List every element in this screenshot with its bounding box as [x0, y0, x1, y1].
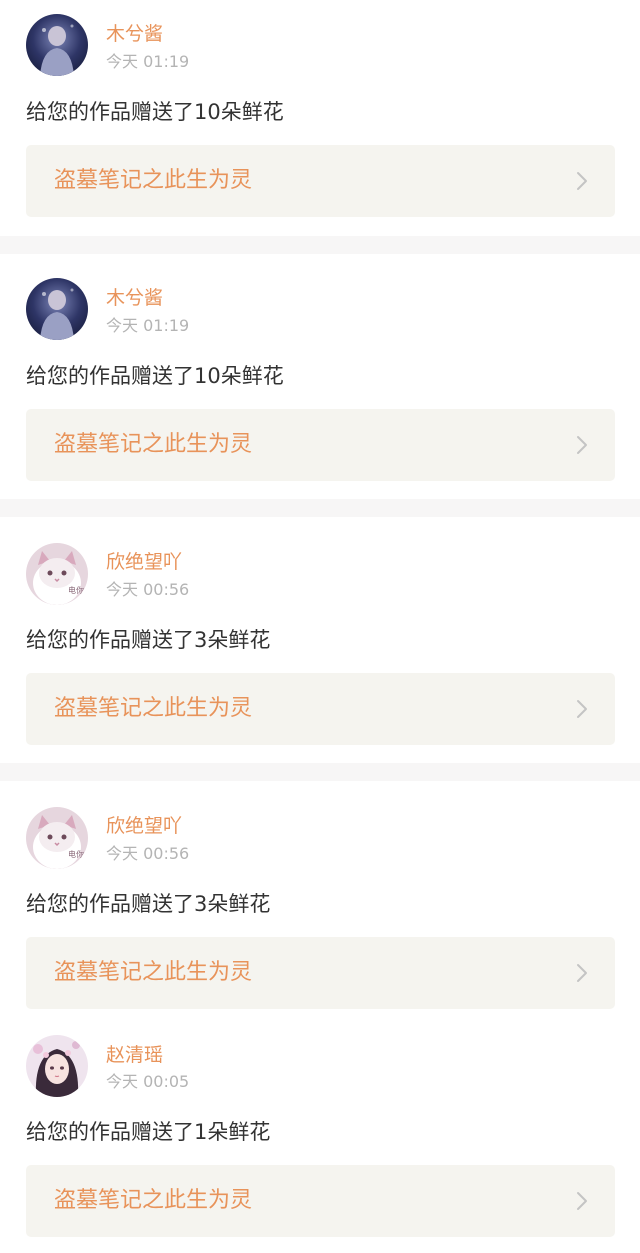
avatar-caption: 电你	[68, 585, 84, 595]
user-name[interactable]: 木兮酱	[106, 22, 163, 46]
gift-message: 给您的作品赠送了3朵鲜花	[26, 892, 271, 916]
profile-photo-dark-icon	[26, 14, 88, 76]
notification-card: 木兮酱 今天 01:19 给您的作品赠送了10朵鲜花 盗墓笔记之此生为灵	[0, 254, 640, 499]
work-title: 盗墓笔记之此生为灵	[54, 432, 253, 457]
work-title: 盗墓笔记之此生为灵	[54, 1188, 253, 1213]
separator	[0, 499, 640, 517]
gift-message: 给您的作品赠送了10朵鲜花	[26, 100, 284, 124]
work-link-card[interactable]: 盗墓笔记之此生为灵	[26, 937, 615, 1009]
gift-message: 给您的作品赠送了10朵鲜花	[26, 364, 284, 388]
user-name[interactable]: 木兮酱	[106, 286, 163, 310]
avatar[interactable]	[26, 14, 88, 76]
separator	[0, 236, 640, 254]
cat-photo-icon: 电你	[26, 807, 88, 869]
work-title: 盗墓笔记之此生为灵	[54, 696, 253, 721]
timestamp: 今天 00:56	[106, 844, 190, 863]
work-title: 盗墓笔记之此生为灵	[54, 960, 253, 985]
notification-card: 电你 欣绝望吖 今天 00:56 给您的作品赠送了3朵鲜花 盗墓笔记之此生为灵	[0, 781, 640, 1013]
timestamp: 今天 01:19	[106, 316, 190, 335]
illustrated-girl-icon	[26, 1035, 88, 1097]
notification-card: 电你 欣绝望吖 今天 00:56 给您的作品赠送了3朵鲜花 盗墓笔记之此生为灵	[0, 517, 640, 763]
user-name[interactable]: 赵清瑶	[106, 1043, 163, 1067]
profile-photo-dark-icon	[26, 278, 88, 340]
work-link-card[interactable]: 盗墓笔记之此生为灵	[26, 145, 615, 217]
user-name[interactable]: 欣绝望吖	[106, 550, 182, 574]
timestamp: 今天 01:19	[106, 52, 190, 71]
timestamp: 今天 00:56	[106, 580, 190, 599]
avatar[interactable]	[26, 278, 88, 340]
chevron-right-icon	[577, 1192, 587, 1210]
avatar[interactable]: 电你	[26, 543, 88, 605]
work-title: 盗墓笔记之此生为灵	[54, 168, 253, 193]
avatar-caption: 电你	[68, 849, 84, 859]
chevron-right-icon	[577, 172, 587, 190]
chevron-right-icon	[577, 436, 587, 454]
notification-feed: 木兮酱 今天 01:19 给您的作品赠送了10朵鲜花 盗墓笔记之此生为灵 木兮酱…	[0, 0, 640, 1253]
user-name[interactable]: 欣绝望吖	[106, 814, 182, 838]
notification-card: 赵清瑶 今天 00:05 给您的作品赠送了1朵鲜花 盗墓笔记之此生为灵	[0, 1013, 640, 1253]
work-link-card[interactable]: 盗墓笔记之此生为灵	[26, 409, 615, 481]
chevron-right-icon	[577, 964, 587, 982]
timestamp: 今天 00:05	[106, 1072, 190, 1091]
chevron-right-icon	[577, 700, 587, 718]
notification-card: 木兮酱 今天 01:19 给您的作品赠送了10朵鲜花 盗墓笔记之此生为灵	[0, 0, 640, 236]
work-link-card[interactable]: 盗墓笔记之此生为灵	[26, 673, 615, 745]
separator	[0, 763, 640, 781]
gift-message: 给您的作品赠送了3朵鲜花	[26, 628, 271, 652]
cat-photo-icon: 电你	[26, 543, 88, 605]
work-link-card[interactable]: 盗墓笔记之此生为灵	[26, 1165, 615, 1237]
avatar[interactable]	[26, 1035, 88, 1097]
avatar[interactable]: 电你	[26, 807, 88, 869]
gift-message: 给您的作品赠送了1朵鲜花	[26, 1120, 271, 1144]
